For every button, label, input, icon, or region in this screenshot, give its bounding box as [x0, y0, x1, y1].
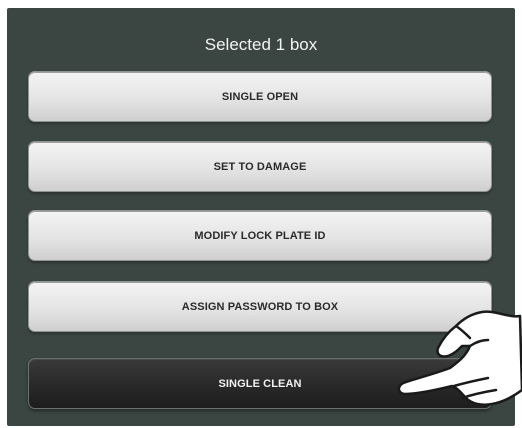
button-label: SET TO DAMAGE	[213, 160, 307, 173]
assign-password-to-box-button[interactable]: ASSIGN PASSWORD TO BOX	[28, 281, 492, 332]
button-label: MODIFY LOCK PLATE ID	[194, 229, 326, 242]
box-action-dialog: Selected 1 box SINGLE OPEN SET TO DAMAGE…	[7, 8, 515, 426]
modify-lock-plate-id-button[interactable]: MODIFY LOCK PLATE ID	[28, 210, 492, 261]
set-to-damage-button[interactable]: SET TO DAMAGE	[28, 141, 492, 192]
dialog-title: Selected 1 box	[204, 35, 318, 54]
button-label: SINGLE CLEAN	[218, 377, 302, 390]
button-label: SINGLE OPEN	[221, 90, 299, 103]
button-label: ASSIGN PASSWORD TO BOX	[181, 300, 339, 313]
single-open-button[interactable]: SINGLE OPEN	[28, 71, 492, 122]
single-clean-button[interactable]: SINGLE CLEAN	[28, 358, 492, 409]
